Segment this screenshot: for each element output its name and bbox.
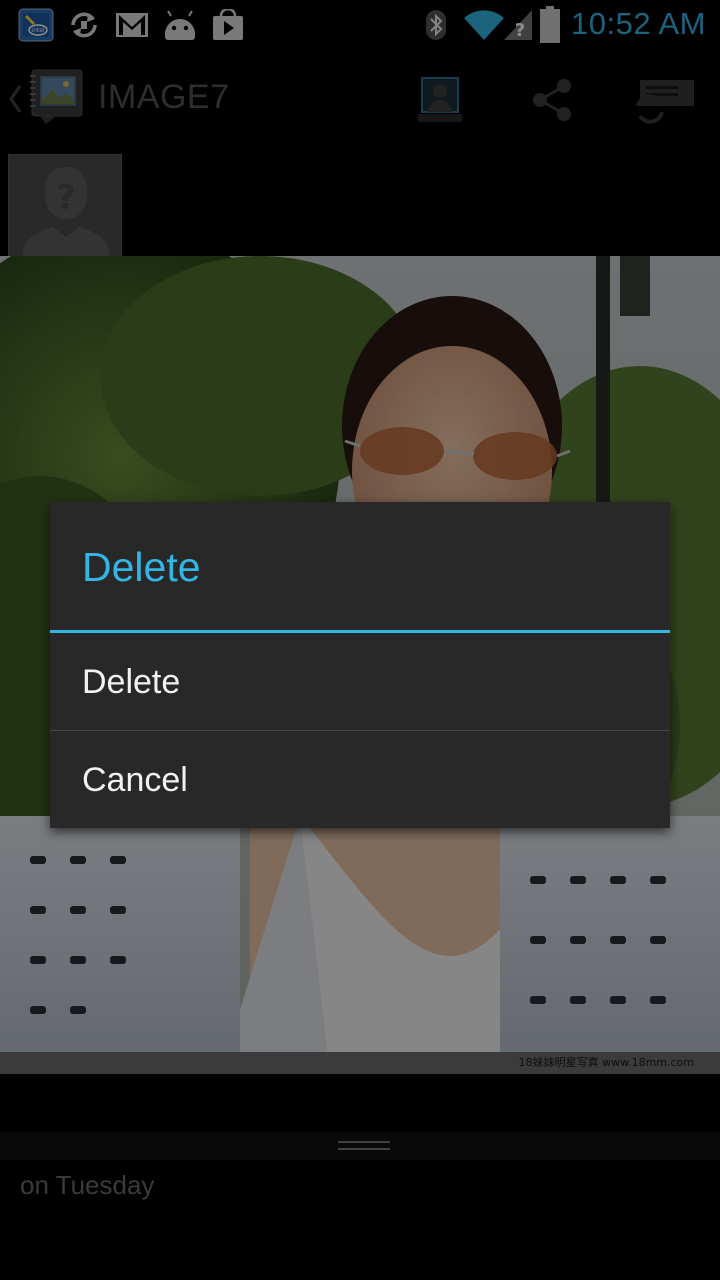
dialog-item-delete[interactable]: Delete: [50, 633, 670, 729]
dialog-item-delete-label: Delete: [82, 663, 181, 701]
dialog-item-cancel-label: Cancel: [82, 761, 188, 799]
delete-dialog: Delete Delete Cancel: [50, 502, 670, 828]
dialog-title: Delete: [82, 544, 201, 590]
dialog-item-cancel[interactable]: Cancel: [50, 731, 670, 827]
